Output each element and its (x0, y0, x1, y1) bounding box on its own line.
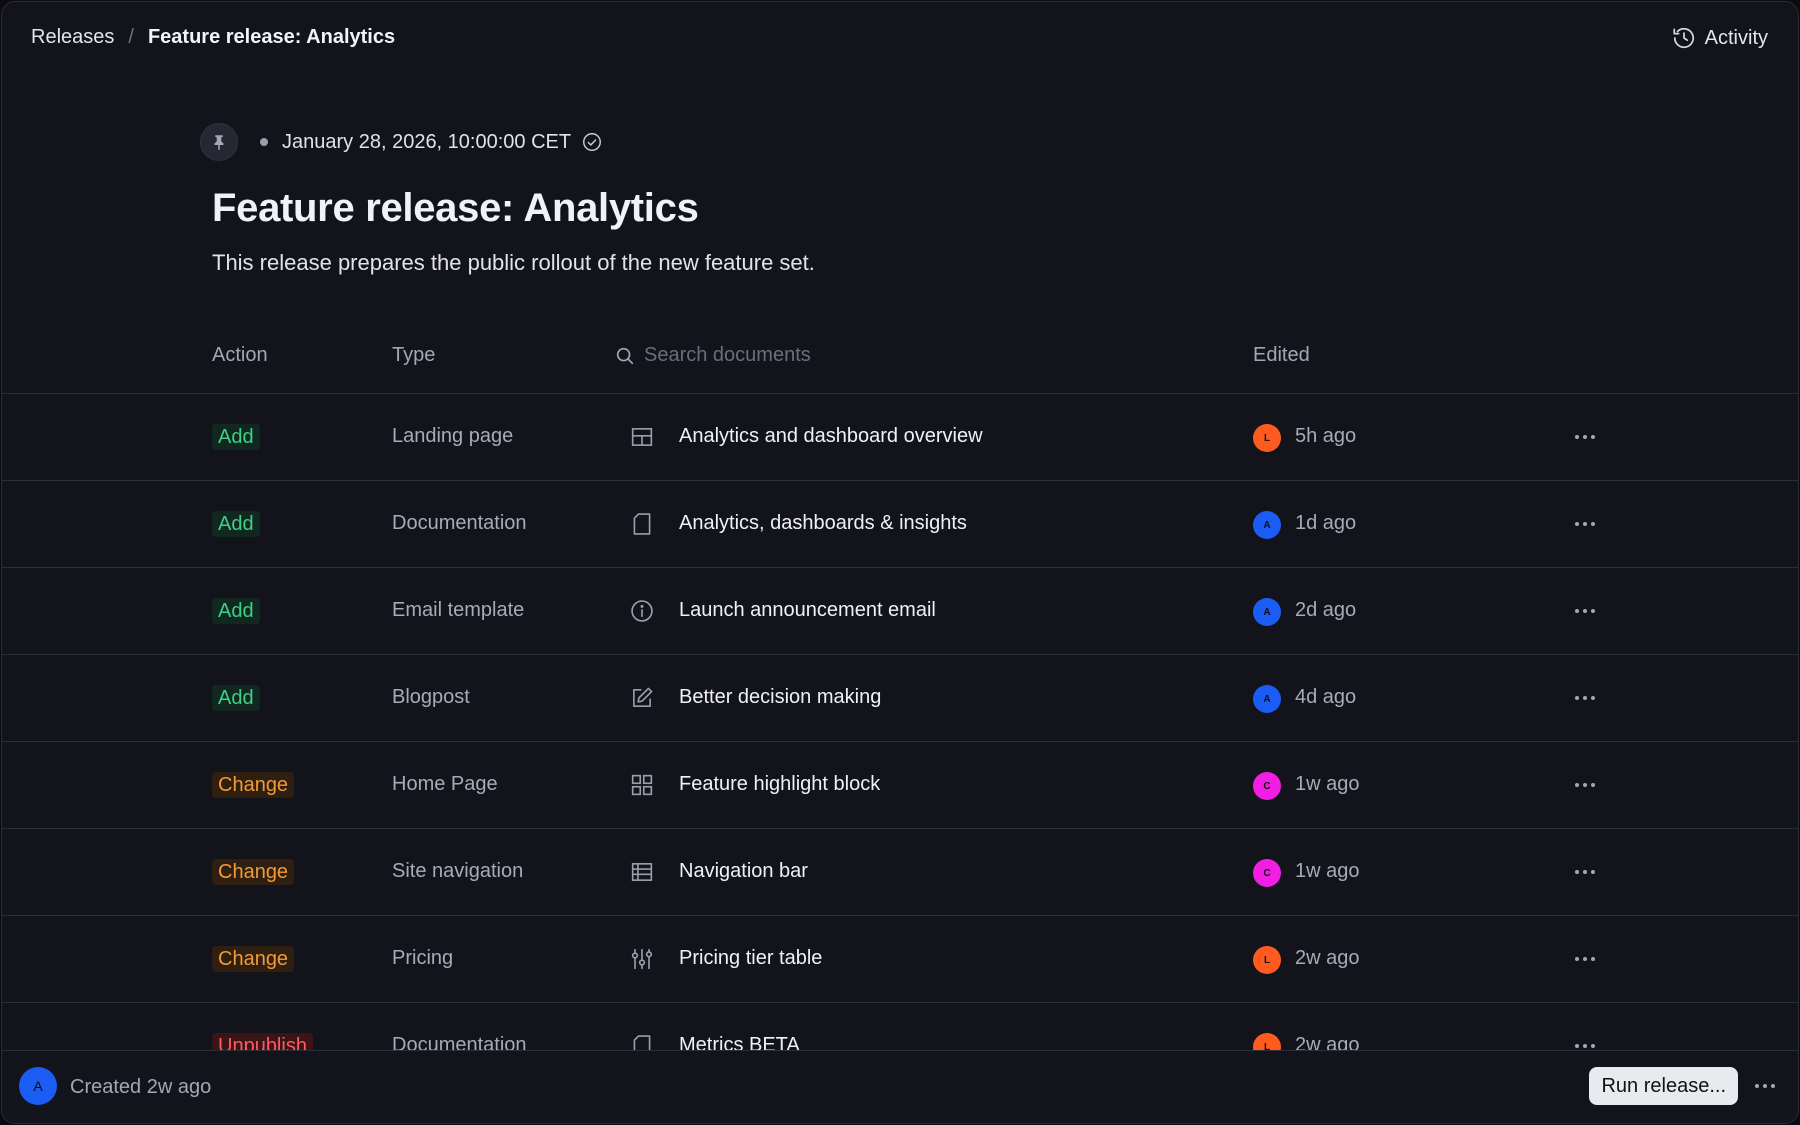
table-row[interactable]: Add Email template Launch announcement e… (2, 568, 1798, 655)
edited-time: 1d ago (1295, 512, 1357, 534)
row-more-button[interactable] (1570, 511, 1600, 537)
action-badge: Unpublish (212, 1033, 313, 1050)
activity-button[interactable]: Activity (1671, 25, 1768, 51)
status-dot (260, 138, 268, 146)
avatar: C (1253, 859, 1281, 887)
column-header-edited[interactable]: Edited (1253, 344, 1310, 367)
table-row[interactable]: Add Landing page Analytics and dashboard… (2, 394, 1798, 481)
footer-more-button[interactable] (1752, 1073, 1778, 1099)
document-title: Launch announcement email (679, 599, 936, 621)
document-type: Site navigation (392, 860, 524, 882)
page-title: Feature release: Analytics (212, 186, 699, 230)
row-more-button[interactable] (1570, 598, 1600, 624)
row-more-button[interactable] (1570, 1033, 1600, 1050)
table-header: Action Type Search documents Edited (2, 336, 1798, 394)
breadcrumb: Releases / Feature release: Analytics (31, 26, 395, 49)
search-input[interactable]: Search documents (614, 344, 811, 367)
document-type: Blogpost (392, 686, 470, 708)
top-bar: Releases / Feature release: Analytics Ac… (2, 2, 1798, 74)
release-window: Releases / Feature release: Analytics Ac… (1, 1, 1799, 1124)
table-icon (631, 863, 653, 881)
document-type: Documentation (392, 512, 527, 534)
history-icon (1673, 27, 1694, 49)
document-title: Feature highlight block (679, 773, 881, 795)
table-row[interactable]: Change Site navigation Navigation bar C … (2, 829, 1798, 916)
edited-time: 2w ago (1295, 947, 1360, 969)
edited-time: 4d ago (1295, 686, 1357, 708)
created-info: Created 2w ago (70, 1076, 212, 1098)
info-icon (631, 600, 653, 622)
table-row[interactable]: Add Documentation Analytics, dashboards … (2, 481, 1798, 568)
edited-time: 1w ago (1295, 860, 1360, 882)
document-title: Pricing tier table (679, 947, 823, 969)
edited-time: 2d ago (1295, 599, 1357, 621)
row-more-button[interactable] (1570, 946, 1600, 972)
column-header-type[interactable]: Type (392, 344, 435, 367)
action-badge: Add (212, 424, 260, 450)
search-placeholder: Search documents (644, 344, 811, 366)
action-badge: Add (212, 685, 260, 711)
edited-time: 1w ago (1295, 773, 1360, 795)
breadcrumb-separator: / (128, 26, 134, 48)
action-badge: Change (212, 772, 295, 798)
release-description: This release prepares the public rollout… (212, 250, 815, 275)
avatar: L (1253, 946, 1281, 974)
document-title: Analytics and dashboard overview (679, 425, 983, 447)
document-type: Documentation (392, 1034, 527, 1050)
avatar: A (1253, 685, 1281, 713)
table-row[interactable]: Change Home Page Feature highlight block… (2, 742, 1798, 829)
pin-button[interactable] (200, 123, 238, 161)
edit-icon (633, 687, 653, 707)
document-type: Home Page (392, 773, 498, 795)
avatar: L (1253, 1033, 1281, 1050)
edited-time: 5h ago (1295, 425, 1357, 447)
table-row[interactable]: Change Pricing Pricing tier table L 2w a… (2, 916, 1798, 1003)
column-header-action[interactable]: Action (212, 344, 268, 367)
document-title: Navigation bar (679, 860, 808, 882)
breadcrumb-current: Feature release: Analytics (147, 26, 396, 48)
layout-grid-icon (631, 428, 653, 446)
document-title: Metrics BETA (679, 1034, 800, 1050)
avatar: A (1253, 598, 1281, 626)
blocks-icon (631, 774, 653, 796)
row-more-button[interactable] (1570, 685, 1600, 711)
action-badge: Change (212, 859, 295, 885)
document-icon (633, 513, 651, 535)
row-more-button[interactable] (1570, 424, 1600, 450)
document-icon (633, 1035, 651, 1050)
row-more-button[interactable] (1570, 859, 1600, 885)
document-title: Analytics, dashboards & insights (679, 512, 967, 534)
breadcrumb-releases-link[interactable]: Releases (31, 26, 114, 49)
check-circle-icon (583, 133, 602, 151)
row-more-button[interactable] (1570, 772, 1600, 798)
document-type: Pricing (392, 947, 454, 969)
document-type: Landing page (392, 425, 514, 447)
document-type: Email template (392, 599, 525, 621)
footer-bar: A Created 2w ago Run release... (2, 1050, 1798, 1123)
document-list: Add Landing page Analytics and dashboard… (2, 394, 1798, 1050)
avatar: L (1253, 424, 1281, 452)
table-row[interactable]: Add Blogpost Better decision making A 4d… (2, 655, 1798, 742)
edited-time: 2w ago (1295, 1034, 1360, 1050)
run-release-button[interactable]: Run release... (1589, 1067, 1738, 1105)
avatar: A (1253, 511, 1281, 539)
avatar: A (19, 1067, 57, 1105)
action-badge: Add (212, 598, 260, 624)
avatar: C (1253, 772, 1281, 800)
pin-icon (214, 135, 224, 151)
table-row[interactable]: Unpublish Documentation Metrics BETA L 2… (2, 1003, 1798, 1050)
search-icon (616, 347, 634, 364)
action-badge: Add (212, 511, 260, 537)
document-title: Better decision making (679, 686, 882, 708)
sliders-icon (631, 948, 653, 970)
activity-label: Activity (1704, 26, 1768, 49)
release-date: January 28, 2026, 10:00:00 CET (282, 130, 572, 153)
release-meta: January 28, 2026, 10:00:00 CET (200, 123, 603, 161)
action-badge: Change (212, 946, 295, 972)
